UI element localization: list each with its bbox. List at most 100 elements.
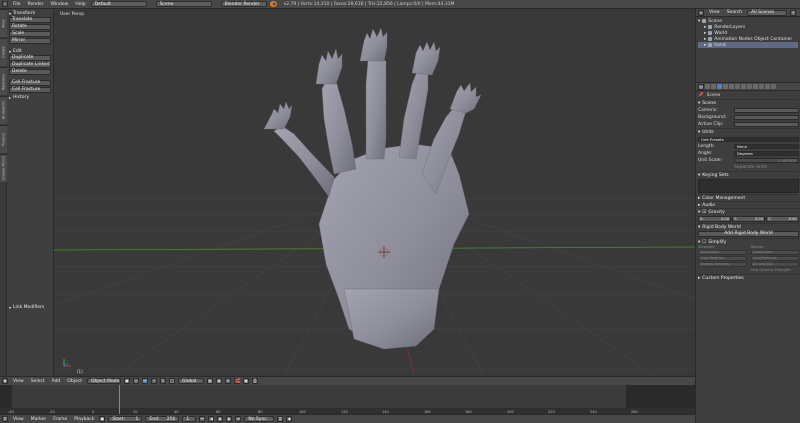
- play-icon[interactable]: ▶: [217, 416, 224, 422]
- orientation-selector[interactable]: Global: [177, 378, 204, 384]
- 3d-viewport[interactable]: User Persp (1): [54, 9, 695, 376]
- material-tab-icon[interactable]: [753, 84, 758, 89]
- shadow-samples-field[interactable]: Shadow Samples:: [698, 262, 747, 267]
- menu-view[interactable]: View: [11, 379, 26, 384]
- duplicate-linked-button[interactable]: Duplicate Linked: [9, 62, 51, 68]
- current-frame-field[interactable]: 1: [182, 416, 197, 422]
- menu-window[interactable]: Window: [49, 2, 71, 7]
- object-tab-icon[interactable]: [729, 84, 734, 89]
- scene-selector[interactable]: Scene: [155, 1, 212, 7]
- snap-icon[interactable]: 🧲: [233, 378, 240, 384]
- world-tab-icon[interactable]: [723, 84, 728, 89]
- texture-tab-icon[interactable]: [759, 84, 764, 89]
- menu-select[interactable]: Select: [29, 379, 47, 384]
- skip-quad-checkbox[interactable]: Skip Quad to Triangles: [751, 268, 800, 274]
- editor-type-icon[interactable]: ▤: [698, 83, 704, 90]
- child-particles-field[interactable]: Child Particles:: [698, 256, 747, 261]
- unit-presets-selector[interactable]: Unit Presets: [698, 136, 799, 142]
- layer-grid-icon[interactable]: ▦: [206, 378, 213, 384]
- mode-selector[interactable]: Object Mode: [86, 378, 121, 384]
- history-panel-header[interactable]: ▸ History: [9, 94, 51, 100]
- layer-grid-icon-2[interactable]: ▦: [215, 378, 222, 384]
- pivot-icon[interactable]: ◎: [132, 378, 139, 384]
- scene-tab-icon[interactable]: [717, 84, 722, 89]
- custom-properties-panel-header[interactable]: ▸ Custom Properties: [698, 274, 799, 281]
- render-subdivision-field[interactable]: Subdivision:: [750, 250, 799, 255]
- scene-panel-header[interactable]: ▾ Scene: [698, 99, 799, 106]
- data-tab-icon[interactable]: [747, 84, 752, 89]
- separate-units-checkbox[interactable]: Separate Units: [734, 165, 767, 170]
- editor-type-icon[interactable]: ⏱: [2, 416, 8, 422]
- tab-physics[interactable]: Physics: [0, 125, 7, 153]
- menu-frame[interactable]: Frame: [51, 417, 69, 422]
- current-frame-cursor[interactable]: [119, 385, 120, 414]
- keyframe-icon[interactable]: ◆: [286, 416, 293, 422]
- camera-field[interactable]: [734, 107, 799, 113]
- keying-icon[interactable]: ⚿: [277, 416, 284, 422]
- start-frame-field[interactable]: Start: 1: [108, 416, 143, 422]
- translate-manip-icon[interactable]: ↗: [150, 378, 157, 384]
- menu-help[interactable]: Help: [73, 2, 87, 7]
- menu-playback[interactable]: Playback: [72, 417, 96, 422]
- add-rigid-body-world-button[interactable]: Add Rigid Body World: [698, 231, 799, 237]
- translate-button[interactable]: Translate: [9, 17, 51, 23]
- physics-tab-icon[interactable]: [771, 84, 776, 89]
- scale-button[interactable]: Scale: [9, 31, 51, 37]
- shading-icon[interactable]: ●: [123, 378, 130, 384]
- menu-marker[interactable]: Marker: [29, 417, 49, 422]
- render-tab-icon[interactable]: [705, 84, 710, 89]
- editor-type-icon[interactable]: ≡: [698, 9, 704, 16]
- rotate-button[interactable]: Rotate: [9, 24, 51, 30]
- edit-panel-header[interactable]: ▾ Edit: [9, 48, 51, 54]
- timeline[interactable]: -40 -20 0 20 40 60 80 100 120 140 160 18…: [0, 385, 695, 414]
- gravity-panel-header[interactable]: ▾ ☑ Gravity: [698, 208, 799, 215]
- record-icon[interactable]: ●: [99, 416, 106, 422]
- end-frame-field[interactable]: End: 250: [145, 416, 180, 422]
- keying-sets-list[interactable]: [698, 179, 799, 193]
- display-mode-selector[interactable]: All Scenes: [747, 9, 788, 16]
- jump-end-icon[interactable]: ⏭: [235, 416, 242, 422]
- prev-key-icon[interactable]: ◀: [208, 416, 215, 422]
- cell-fracture-button-2[interactable]: Cell Fracture: [9, 87, 51, 93]
- duplicate-button[interactable]: Duplicate: [9, 55, 51, 61]
- pin-icon[interactable]: 📌: [698, 93, 704, 98]
- angle-selector[interactable]: Degrees: [734, 150, 799, 156]
- manipulator-icon[interactable]: ↔: [141, 378, 148, 384]
- unit-scale-field[interactable]: 1.000000: [734, 157, 799, 163]
- background-field[interactable]: [734, 114, 799, 120]
- menu-file[interactable]: File: [11, 2, 23, 7]
- tab-relations[interactable]: Relations: [0, 67, 7, 95]
- transform-panel-header[interactable]: ▾ Transform: [9, 10, 51, 16]
- render-child-particles-field[interactable]: Child Particles:: [750, 256, 799, 261]
- keying-sets-panel-header[interactable]: ▾ Keying Sets: [698, 171, 799, 178]
- color-management-panel-header[interactable]: ▸ Color Management: [698, 194, 799, 201]
- delete-button[interactable]: Delete: [9, 69, 51, 75]
- cell-fracture-button[interactable]: Cell Fracture: [9, 80, 51, 86]
- units-panel-header[interactable]: ▾ Units: [698, 128, 799, 135]
- camera-icon[interactable]: ⎙: [251, 378, 258, 384]
- menu-view[interactable]: View: [11, 417, 26, 422]
- hand-mesh[interactable]: [263, 27, 482, 350]
- outliner-row-hand[interactable]: ▸ hand: [698, 42, 798, 48]
- sync-selector[interactable]: No Sync: [244, 416, 275, 422]
- search-icon[interactable]: ⚲: [790, 9, 797, 16]
- menu-add[interactable]: Add: [50, 379, 63, 384]
- simplify-checkbox-icon[interactable]: ☐: [702, 240, 706, 245]
- tab-animation[interactable]: Animation: [0, 96, 7, 124]
- simplify-panel-header[interactable]: ▾ ☐ Simplify: [698, 238, 799, 245]
- modifiers-tab-icon[interactable]: [741, 84, 746, 89]
- render-engine-selector[interactable]: Blender Render: [220, 1, 267, 7]
- render-preview-icon[interactable]: ▣: [242, 378, 249, 384]
- tab-tools[interactable]: Tools: [0, 9, 7, 37]
- scale-manip-icon[interactable]: □: [168, 378, 175, 384]
- gravity-x-field[interactable]: X: 0.00: [698, 216, 731, 222]
- menu-object[interactable]: Object: [65, 379, 84, 384]
- tab-create[interactable]: Create: [0, 38, 7, 66]
- ao-sss-field[interactable]: AO and SSS:: [750, 262, 799, 267]
- jump-start-icon[interactable]: ⏮: [199, 416, 206, 422]
- mirror-button[interactable]: Mirror: [9, 38, 51, 44]
- audio-panel-header[interactable]: ▸ Audio: [698, 201, 799, 208]
- particles-tab-icon[interactable]: [765, 84, 770, 89]
- menu-render[interactable]: Render: [26, 2, 46, 7]
- tab-grease-pencil[interactable]: Grease Pencil: [0, 154, 7, 182]
